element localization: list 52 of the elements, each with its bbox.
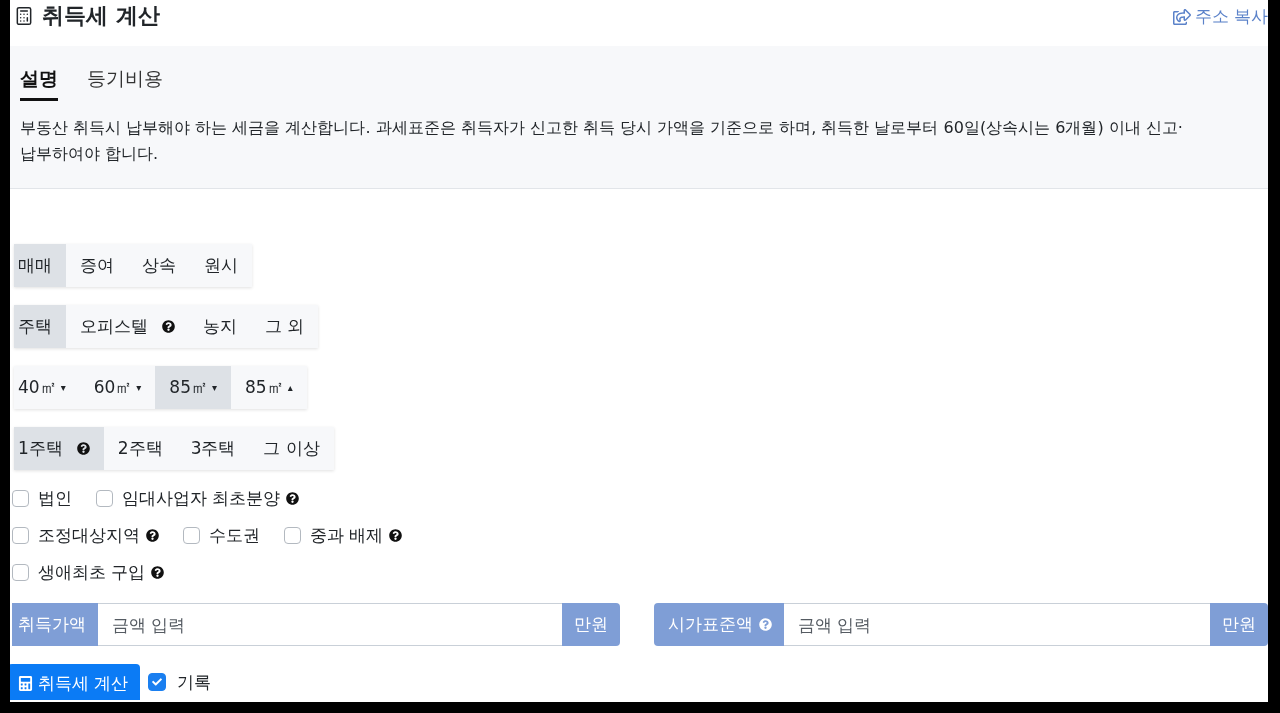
checkbox-label: 수도권 [209,524,260,547]
option-button[interactable]: 오피스텔 [66,305,189,348]
tab[interactable]: 설명 [20,64,58,101]
amount-input[interactable]: 금액 입력 [784,603,1210,646]
help-icon[interactable] [76,442,90,455]
checkbox[interactable] [148,673,167,691]
checkbox-label: 임대사업자 최초분양 [122,487,281,510]
option-button[interactable]: 85㎡ ▴ [231,366,307,409]
page-title: 취득세 계산 [42,3,160,29]
checkbox[interactable] [183,527,200,544]
option-button[interactable]: 3주택 [176,427,250,470]
checkbox-label: 생애최초 구입 [38,561,146,584]
checkbox-label: 법인 [38,487,72,510]
help-icon[interactable] [286,492,300,505]
calculator-icon [14,6,34,26]
option-button[interactable]: 증여 [66,244,128,287]
checkbox[interactable] [96,490,113,507]
option-button[interactable]: 그 외 [251,305,319,348]
option-button[interactable]: 원시 [190,244,252,287]
option-button[interactable]: 주택 [14,305,66,348]
field-label: 취득가액 [18,613,86,636]
amount-input[interactable]: 금액 입력 [98,603,562,646]
option-button[interactable]: 40㎡ ▾ [14,366,80,409]
option-button[interactable]: 상속 [128,244,190,287]
checkbox-label: 기록 [177,670,212,694]
share-icon [1172,7,1191,26]
checkbox[interactable] [12,564,29,581]
checkbox[interactable] [12,527,29,544]
tab[interactable]: 등기비용 [87,64,163,101]
help-icon[interactable] [151,566,165,579]
field-label: 시가표준액 [668,613,753,636]
option-button[interactable]: 1주택 [14,427,104,470]
checkbox-label: 중과 배제 [310,524,384,547]
checkbox[interactable] [12,490,29,507]
copy-link[interactable]: 주소 복사 [1172,3,1268,28]
option-button[interactable]: 85㎡ ▾ [155,366,231,409]
calculate-button[interactable]: 취득세 계산 [10,664,141,700]
checkbox-label: 조정대상지역 [38,524,140,547]
help-icon[interactable] [389,529,403,542]
help-icon[interactable] [162,320,175,333]
calculator-icon [18,675,33,691]
check-icon [152,677,163,687]
checkbox[interactable] [284,527,301,544]
option-button[interactable]: 농지 [189,305,251,348]
description-text: 부동산 취득시 납부해야 하는 세금을 계산합니다. 과세표준은 취득자가 신고한 취득 당시 가액을 기준으로 하며, 취득한 날로부터 60일(상속시는 6개월) 이내 신고·납부하여야 합니다. [20,117,1184,165]
unit-addon: 만원 [562,603,620,646]
option-button[interactable]: 2주택 [103,427,177,470]
unit-addon: 만원 [1210,603,1268,646]
option-button[interactable]: 매매 [14,244,66,287]
help-icon[interactable] [146,529,159,542]
option-button[interactable]: 그 이상 [249,427,334,470]
option-button[interactable]: 60㎡ ▾ [79,366,156,409]
